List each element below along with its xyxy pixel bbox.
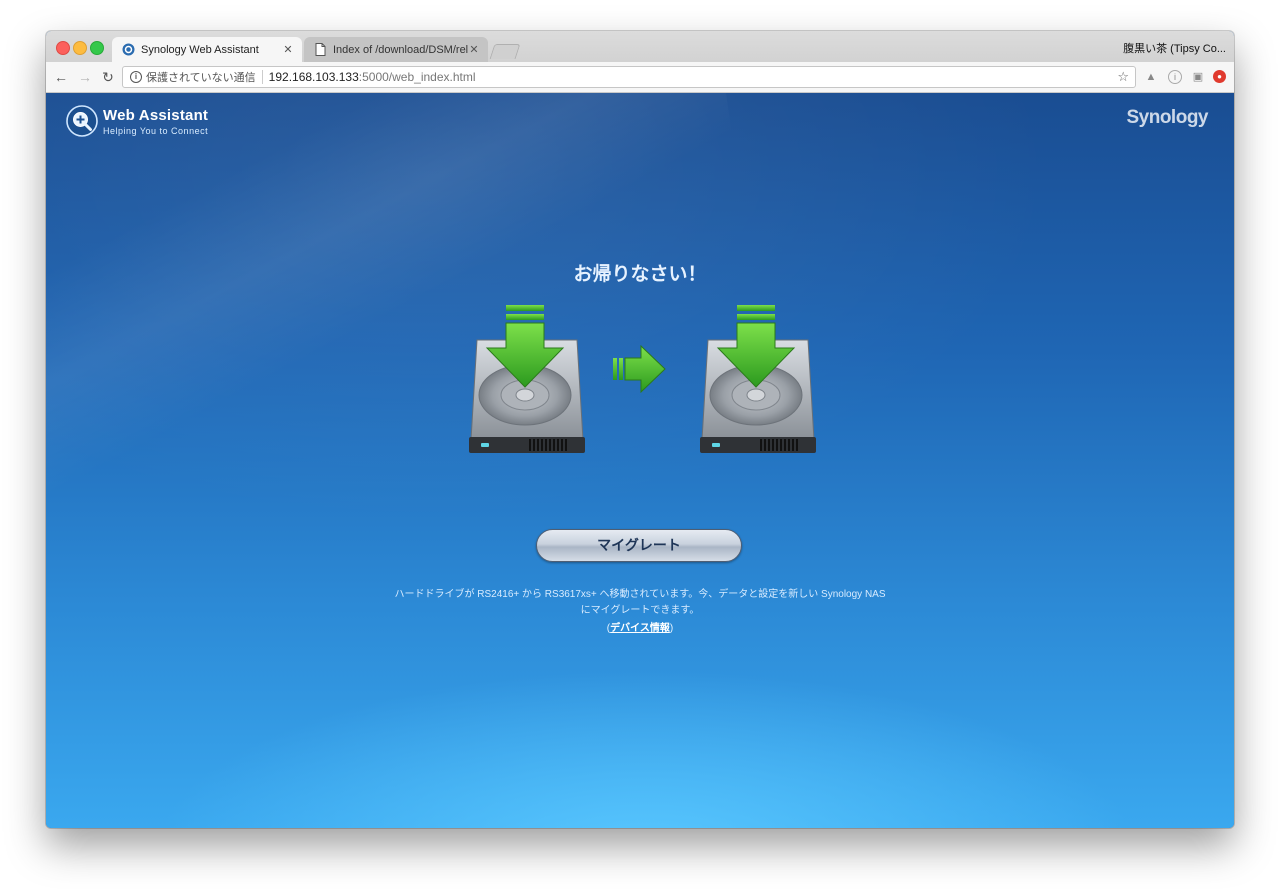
- tab-synology-web-assistant[interactable]: Synology Web Assistant ✕: [112, 37, 302, 62]
- tab-index-download[interactable]: Index of /download/DSM/releas ✕: [304, 37, 488, 62]
- document-icon: [314, 43, 327, 56]
- close-window-button[interactable]: [56, 41, 70, 55]
- destination-hard-drive-icon: [700, 305, 816, 453]
- url-path: :5000/web_index.html: [358, 70, 476, 84]
- profile-name[interactable]: 腹黒い茶 (Tipsy Co...: [1123, 40, 1226, 56]
- url-host: 192.168.103.133: [268, 70, 359, 84]
- tab-title: Synology Web Assistant: [141, 43, 259, 56]
- new-tab-button[interactable]: [489, 44, 521, 59]
- migrate-button[interactable]: マイグレート: [536, 529, 742, 562]
- tab-strip: Synology Web Assistant ✕ Index of /downl…: [46, 31, 1234, 62]
- source-hard-drive-icon: [469, 305, 585, 453]
- browser-window: Synology Web Assistant ✕ Index of /downl…: [46, 31, 1234, 828]
- app-subtitle: Helping You to Connect: [103, 126, 209, 136]
- back-icon[interactable]: ←: [52, 68, 70, 86]
- info-extension-icon[interactable]: i: [1168, 70, 1182, 84]
- reload-icon[interactable]: ↻: [99, 68, 117, 86]
- bookmark-star-icon[interactable]: ☆: [1117, 69, 1129, 85]
- square-extension-icon[interactable]: ▣: [1191, 70, 1205, 84]
- web-assistant-page: Web Assistant Helping You to Connect Syn…: [46, 93, 1234, 828]
- security-label: 保護されていない通信: [146, 72, 256, 84]
- browser-toolbar: ← → ↻ i 保護されていない通信 192.168.103.133:5000/…: [46, 62, 1234, 93]
- zoom-window-button[interactable]: [90, 41, 104, 55]
- address-bar[interactable]: i 保護されていない通信 192.168.103.133:5000/web_in…: [122, 66, 1136, 88]
- device-info-line: (デバイス情報): [606, 623, 674, 634]
- divider: [261, 70, 263, 84]
- tab-close-icon[interactable]: ✕: [282, 43, 294, 56]
- device-info-link[interactable]: デバイス情報: [610, 623, 670, 634]
- page-title: お帰りなさい！: [573, 264, 707, 285]
- stop-extension-icon[interactable]: ●: [1213, 70, 1226, 83]
- tab-close-icon[interactable]: ✕: [468, 43, 480, 56]
- web-assistant-logo-icon: [66, 105, 98, 137]
- info-icon[interactable]: i: [130, 71, 142, 83]
- app-title: Web Assistant: [103, 107, 209, 124]
- minimize-window-button[interactable]: [73, 41, 87, 55]
- forward-icon[interactable]: →: [76, 68, 94, 86]
- migration-description: ハードドライブが RS2416+ から RS3617xs+ へ移動されています。…: [394, 589, 886, 616]
- synology-icon: [122, 43, 135, 56]
- synology-brand: Synology: [1126, 107, 1208, 128]
- migrate-arrow-icon: [613, 345, 666, 393]
- tab-title: Index of /download/DSM/releas: [333, 43, 468, 56]
- drive-extension-icon[interactable]: ▲: [1144, 70, 1158, 84]
